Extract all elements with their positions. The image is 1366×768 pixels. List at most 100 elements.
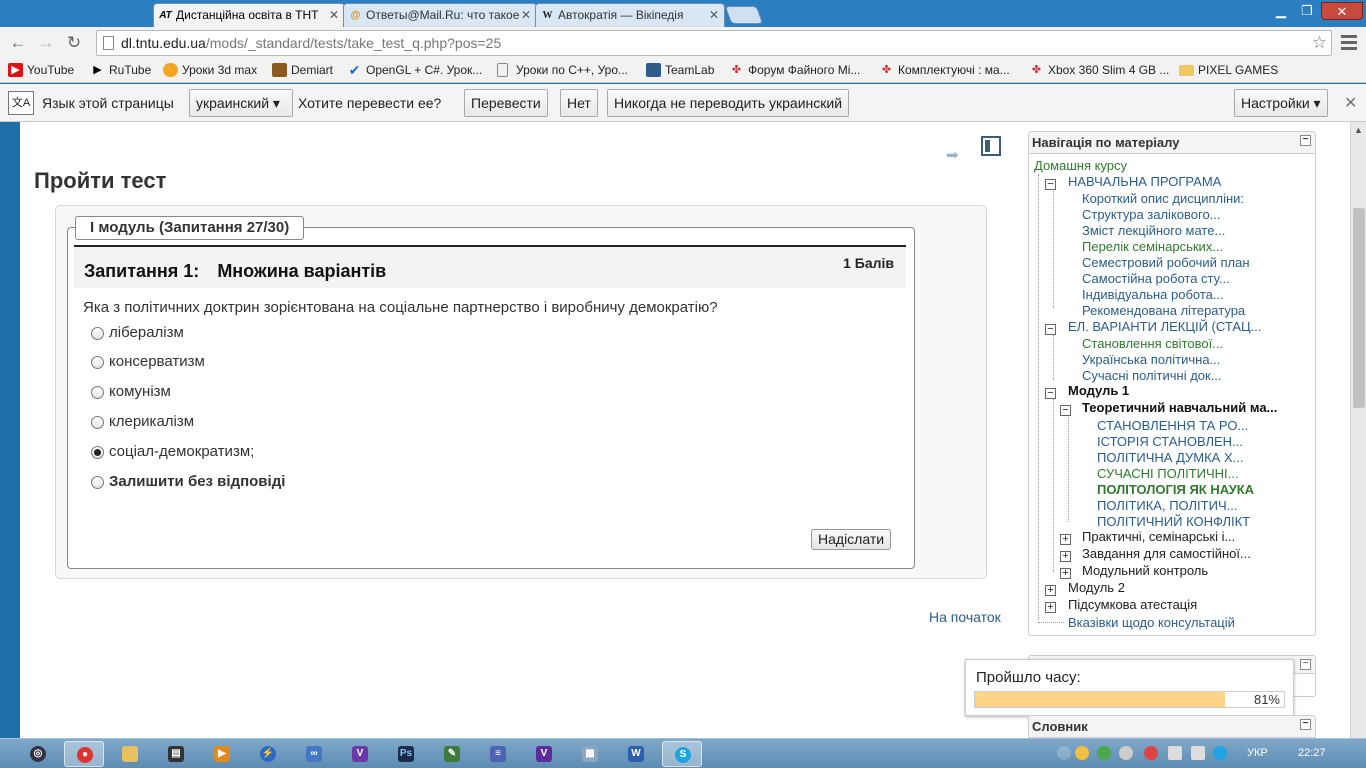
nav-item[interactable]: Становлення світової...	[1082, 336, 1223, 352]
forward-arrow-icon[interactable]: →	[34, 32, 58, 54]
bookmark-xbox[interactable]: ✤ Xbox 360 Slim 4 GB ...	[1029, 62, 1170, 78]
radio-button[interactable]	[91, 416, 104, 429]
taskbar-chrome[interactable]: ●	[64, 741, 104, 767]
collapse-icon[interactable]: −	[1300, 135, 1311, 146]
tray-app-icon[interactable]	[1075, 746, 1089, 760]
minimize-icon[interactable]: ▁	[1268, 2, 1294, 20]
answer-option[interactable]: лібералізм	[91, 324, 184, 342]
tree-collapse-icon[interactable]: −	[1045, 388, 1056, 399]
never-translate-button[interactable]: Никогда не переводить украинский	[607, 89, 850, 117]
reload-icon[interactable]: ↻	[62, 32, 86, 54]
tree-expand-icon[interactable]: +	[1060, 568, 1071, 579]
nav-item[interactable]: Самостійна робота сту...	[1082, 271, 1230, 287]
keyboard-language[interactable]: УКР	[1247, 747, 1268, 759]
taskbar-vs2[interactable]: V	[524, 741, 564, 767]
nav-home-link[interactable]: Домашня курсу	[1034, 158, 1127, 174]
taskbar-explorer[interactable]	[110, 741, 150, 767]
translate-button[interactable]: Перевести	[464, 89, 548, 117]
taskbar-calculator[interactable]: ▦	[570, 741, 610, 767]
bookmark-forum[interactable]: ✤ Форум Файного Мі...	[729, 62, 860, 78]
taskbar-skype[interactable]: S	[662, 741, 702, 767]
nav-item[interactable]: ЕЛ. ВАРІАНТИ ЛЕКЦІЙ (СТАЦ...	[1068, 319, 1261, 335]
answer-option[interactable]: комунізм	[91, 383, 171, 401]
bookmark-star-icon[interactable]: ☆	[1312, 33, 1327, 53]
skype-tray-icon[interactable]	[1213, 746, 1227, 760]
tree-collapse-icon[interactable]: −	[1045, 324, 1056, 335]
taskbar-app2[interactable]: ∞	[294, 741, 334, 767]
radio-button[interactable]	[91, 476, 104, 489]
nav-item[interactable]: Зміст лекційного мате...	[1082, 223, 1225, 239]
layout-toggle-icon[interactable]	[981, 136, 1001, 156]
tree-collapse-icon[interactable]: −	[1045, 179, 1056, 190]
bookmark-demiart[interactable]: Demiart	[272, 62, 333, 78]
network-icon[interactable]	[1191, 746, 1205, 760]
taskbar-photoshop[interactable]: Ps	[386, 741, 426, 767]
menu-icon[interactable]	[1338, 32, 1360, 54]
nav-item[interactable]: Структура залікового...	[1082, 207, 1221, 223]
taskbar-player[interactable]: ▶	[202, 741, 242, 767]
nav-item[interactable]: ПОЛІТИЧНИЙ КОНФЛІКТ	[1097, 514, 1250, 530]
battery-icon[interactable]	[1168, 746, 1182, 760]
taskbar-app3[interactable]: ✎	[432, 741, 472, 767]
volume-icon[interactable]	[1119, 746, 1133, 760]
tab-active[interactable]: AT Дистанційна освіта в ТНТ ✕	[153, 3, 345, 27]
nav-item[interactable]: СУЧАСНІ ПОЛІТИЧНІ...	[1097, 466, 1239, 482]
nav-item-current[interactable]: ПОЛІТОЛОГІЯ ЯК НАУКА	[1097, 482, 1254, 498]
nav-item[interactable]: Рекомендована література	[1082, 303, 1245, 319]
nav-item[interactable]: ІСТОРІЯ СТАНОВЛЕН...	[1097, 434, 1243, 450]
nav-item[interactable]: Українська політична...	[1082, 352, 1220, 368]
tree-expand-icon[interactable]: +	[1045, 585, 1056, 596]
tree-collapse-icon[interactable]: −	[1060, 405, 1071, 416]
radio-button-checked[interactable]	[91, 446, 104, 459]
nav-item[interactable]: Індивідуальна робота...	[1082, 287, 1224, 303]
tray-app-icon[interactable]	[1097, 746, 1111, 760]
address-bar[interactable]: dl.tntu.edu.ua/mods/_standard/tests/take…	[96, 30, 1332, 56]
nav-item[interactable]: СТАНОВЛЕННЯ ТА РО...	[1097, 418, 1248, 434]
next-arrow-icon[interactable]: ➡	[946, 146, 959, 164]
submit-button[interactable]: Надіслати	[811, 529, 892, 550]
start-button[interactable]: ◎	[18, 741, 58, 767]
bookmark-pixel-games[interactable]: PIXEL GAMES	[1179, 62, 1278, 78]
translate-close-icon[interactable]: ✕	[1344, 93, 1357, 113]
radio-button[interactable]	[91, 356, 104, 369]
nav-item[interactable]: Короткий опис дисципліни:	[1082, 191, 1244, 207]
taskbar-app4[interactable]: ≡	[478, 741, 518, 767]
nav-item[interactable]: НАВЧАЛЬНА ПРОГРАМА	[1068, 174, 1221, 190]
answer-option-skip[interactable]: Залишити без відповіді	[91, 473, 285, 491]
back-arrow-icon[interactable]: ←	[6, 32, 30, 54]
window-close-icon[interactable]: ✕	[1321, 2, 1363, 20]
bookmark-cpp[interactable]: Уроки по C++, Уро...	[497, 62, 628, 78]
nav-item[interactable]: Сучасні політичні док...	[1082, 368, 1222, 384]
tab-close-icon[interactable]: ✕	[709, 8, 719, 22]
tree-expand-icon[interactable]: +	[1045, 602, 1056, 613]
back-to-top-link[interactable]: На початок	[929, 609, 1001, 625]
nav-item[interactable]: Семестровий робочий план	[1082, 255, 1250, 271]
answer-option-selected[interactable]: соціал-демократизм;	[91, 443, 254, 461]
tab-wikipedia[interactable]: W Автократія — Вікіпедія ✕	[535, 3, 725, 27]
taskbar-media[interactable]: ▤	[156, 741, 196, 767]
bookmark-teamlab[interactable]: TeamLab	[646, 62, 714, 78]
tray-app-icon[interactable]	[1144, 746, 1158, 760]
nav-item[interactable]: Перелік семінарських...	[1082, 239, 1223, 255]
nav-item-module1[interactable]: Модуль 1	[1068, 383, 1129, 399]
tree-expand-icon[interactable]: +	[1060, 551, 1071, 562]
taskbar-visual-studio[interactable]: V	[340, 741, 380, 767]
tab-close-icon[interactable]: ✕	[521, 8, 531, 22]
nav-item[interactable]: Практичні, семінарські і...	[1082, 529, 1235, 545]
tab-mail[interactable]: @ Ответы@Mail.Ru: что такое ✕	[343, 3, 537, 27]
answer-option[interactable]: консерватизм	[91, 353, 205, 371]
restore-icon[interactable]: ❐	[1294, 2, 1320, 20]
no-button[interactable]: Нет	[560, 89, 598, 117]
radio-button[interactable]	[91, 386, 104, 399]
nav-item[interactable]: ПОЛІТИКА, ПОЛІТИЧ...	[1097, 498, 1237, 514]
taskbar-app[interactable]: ⚡	[248, 741, 288, 767]
page-scrollbar[interactable]: ▲	[1350, 122, 1366, 738]
clock[interactable]: 22:27	[1298, 747, 1326, 759]
translate-settings-button[interactable]: Настройки ▾	[1234, 89, 1328, 117]
scroll-thumb[interactable]	[1353, 208, 1365, 408]
bookmark-rutube[interactable]: ▶ RuTube	[90, 62, 151, 78]
new-tab-button[interactable]	[724, 6, 764, 24]
nav-item[interactable]: ПОЛІТИЧНА ДУМКА Х...	[1097, 450, 1243, 466]
answer-option[interactable]: клерикалізм	[91, 413, 194, 431]
nav-item[interactable]: Вказівки щодо консультацій	[1068, 615, 1235, 631]
